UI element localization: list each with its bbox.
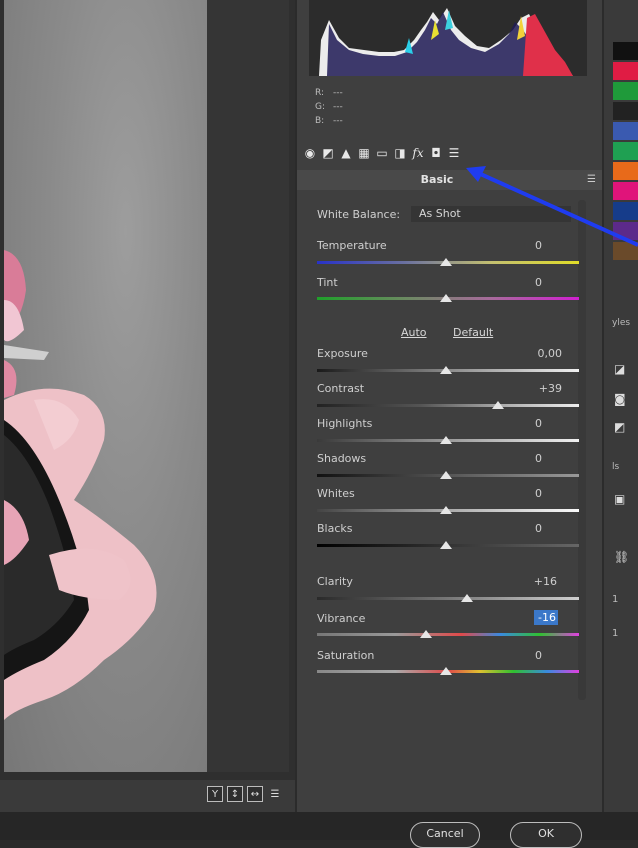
annotation-arrow [466, 166, 638, 247]
